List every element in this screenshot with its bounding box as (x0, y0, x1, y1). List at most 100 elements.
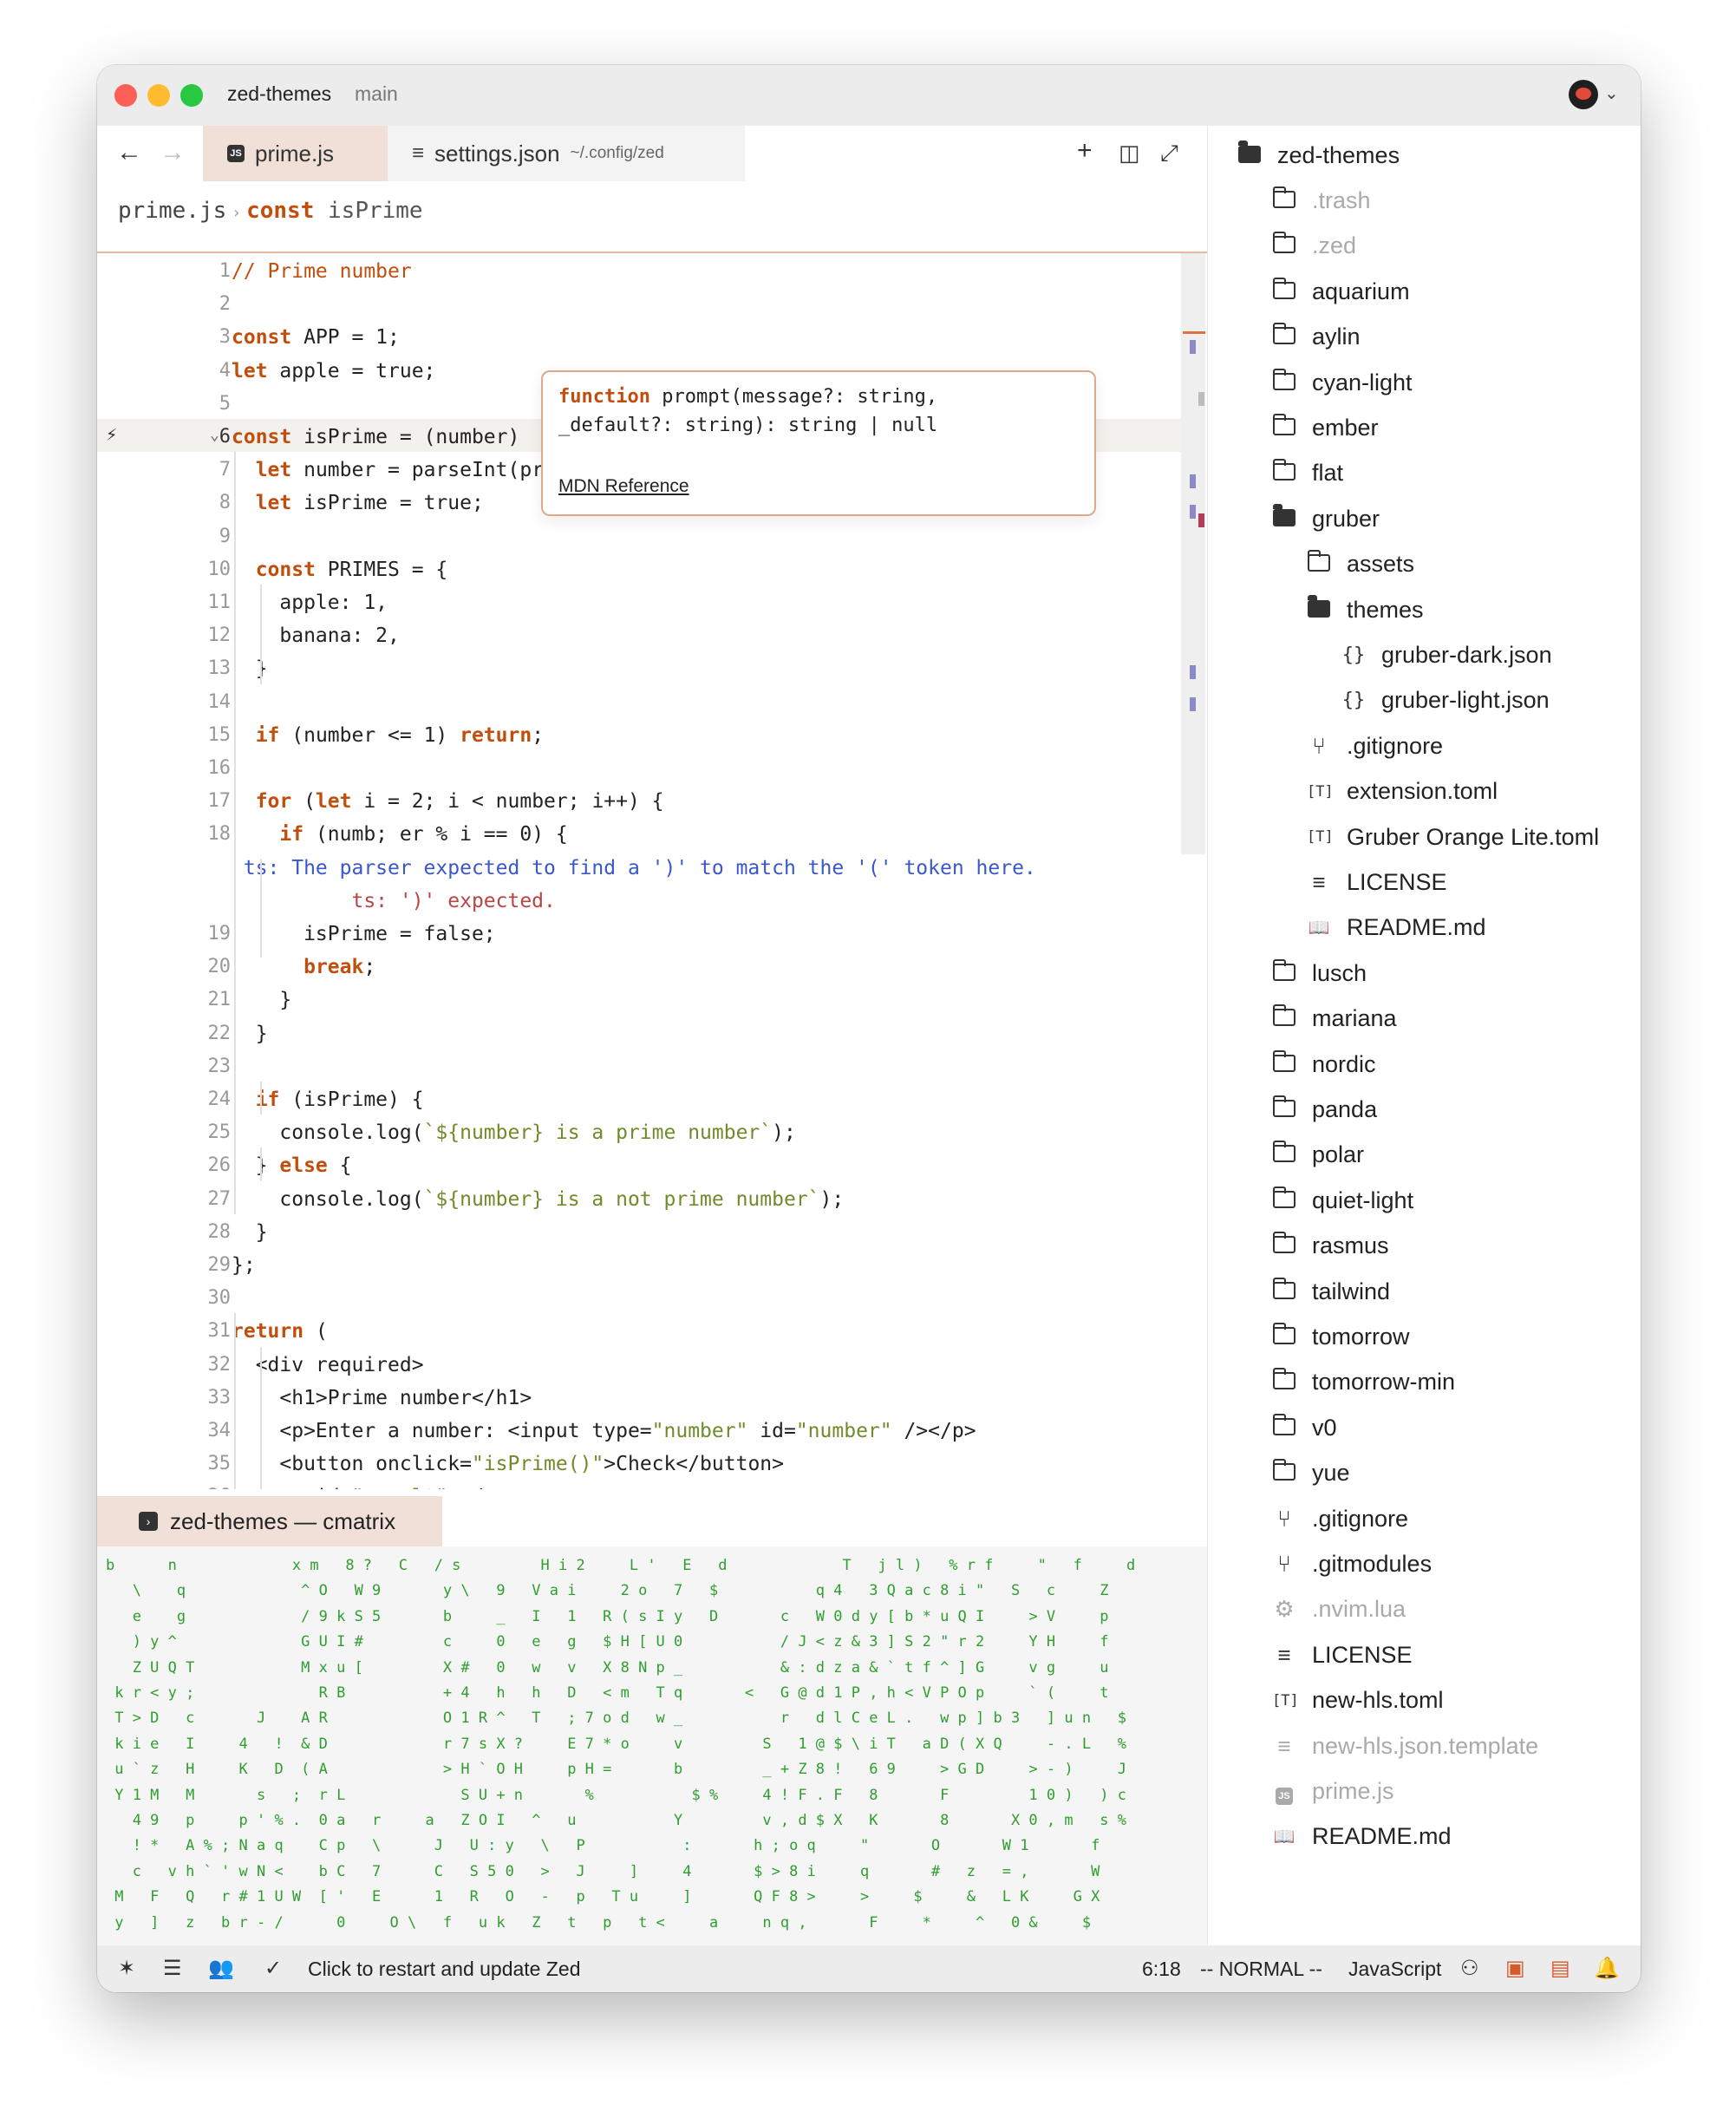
tree-item-label: cyan-light (1312, 369, 1413, 395)
project-tree-item[interactable]: ≡ new-hls.json.template (1272, 1723, 1538, 1768)
project-tree-item[interactable]: tomorrow (1272, 1314, 1410, 1359)
terminal-row: b n x m 8 ? C / s H i 2 L ' E d T j l ) … (106, 1557, 1136, 1574)
project-tree-item[interactable]: ≡ LICENSE (1272, 1632, 1412, 1677)
project-tree-item[interactable]: ⑂ .gitmodules (1272, 1541, 1432, 1586)
code-line[interactable]: 18 if (numb; er % i == 0) { (97, 816, 1181, 849)
project-tree-item[interactable]: [T] new-hls.toml (1272, 1678, 1444, 1723)
code-line[interactable]: 28 } (97, 1214, 1181, 1247)
code-line[interactable]: 15 if (number <= 1) return; (97, 717, 1181, 750)
project-tree-item[interactable]: flat (1272, 451, 1343, 496)
code-line[interactable]: 10 const PRIMES = { (97, 552, 1181, 585)
terminal-output[interactable]: b n x m 8 ? C / s H i 2 L ' E d T j l ) … (97, 1546, 1207, 1945)
line-number: 29 (207, 1254, 232, 1276)
terminal-row: Z U Q T M x u [ X # 0 w v X 8 N p _ & : … (106, 1658, 1109, 1677)
minimize-window-button[interactable] (147, 84, 170, 107)
project-tree-item[interactable]: 📖 README.md (1307, 905, 1486, 951)
fold-chevron-icon[interactable]: ⌄ (210, 426, 219, 444)
mdn-reference-link[interactable]: MDN Reference (558, 476, 689, 497)
project-tree-item[interactable]: mariana (1272, 997, 1397, 1042)
go-back-arrow-icon[interactable]: ← (116, 138, 142, 167)
project-tree-item[interactable]: lusch (1272, 951, 1367, 996)
project-tree-item[interactable]: 📖 README.md (1272, 1814, 1452, 1860)
collaborators-icon[interactable]: 👥 (208, 1956, 234, 1981)
project-tree-item[interactable]: gruber (1272, 496, 1380, 541)
terminal-toggle-icon[interactable]: ▣ (1505, 1956, 1525, 1981)
tree-item-label: aquarium (1312, 278, 1410, 304)
project-tree-item[interactable]: quiet-light (1272, 1178, 1413, 1223)
tab-prime-js[interactable]: JS prime.js (203, 126, 388, 181)
project-tree-item[interactable]: [T] Gruber Orange Lite.toml (1307, 814, 1599, 860)
tab-settings-json[interactable]: ≡ settings.json ~/.config/zed (388, 126, 745, 181)
project-tree-item[interactable]: rasmus (1272, 1224, 1389, 1269)
outline-icon[interactable]: ☰ (163, 1956, 182, 1981)
project-tree-item[interactable]: panda (1272, 1087, 1377, 1132)
code-text: // Prime number (232, 260, 412, 283)
user-avatar[interactable] (1569, 80, 1598, 109)
project-tree-item[interactable]: ⚙ .nvim.lua (1272, 1587, 1406, 1632)
code-line[interactable]: 3 const APP = 1; (97, 319, 1181, 352)
folder-icon (1272, 368, 1296, 396)
go-forward-arrow-icon[interactable]: → (160, 138, 186, 167)
project-tree-item[interactable]: aylin (1272, 315, 1361, 360)
project-tree-item[interactable]: v0 (1272, 1405, 1337, 1450)
split-pane-icon[interactable]: ◫ (1119, 140, 1140, 167)
code-line[interactable]: 9 (97, 519, 1181, 552)
zoom-window-button[interactable] (180, 84, 203, 107)
project-tree-item[interactable]: tailwind (1272, 1269, 1390, 1314)
code-line[interactable]: 16 (97, 750, 1181, 783)
project-tree-item[interactable]: ember (1272, 405, 1379, 450)
code-line[interactable]: 23 (97, 1049, 1181, 1082)
chevron-down-icon[interactable]: ⌄ (1604, 82, 1619, 104)
folder-icon (1272, 1368, 1296, 1396)
hover-signature-2: _default?: string): string | null (558, 415, 938, 436)
code-line[interactable]: 29}; (97, 1247, 1181, 1280)
project-tree-item[interactable]: .zed (1272, 224, 1356, 269)
project-tree-item[interactable]: themes (1307, 587, 1424, 632)
terminal-tab[interactable]: › zed-themes — cmatrix (97, 1496, 442, 1546)
project-tree-item[interactable]: yue (1272, 1451, 1350, 1496)
cursor-position[interactable]: 6:18 (1142, 1958, 1181, 1981)
project-tree-item[interactable]: tomorrow-min (1272, 1360, 1455, 1405)
editor-scrollbar[interactable] (1181, 253, 1205, 854)
code-text: return ( (232, 1320, 328, 1343)
project-tree-item[interactable]: ⑂ .gitignore (1307, 723, 1443, 768)
project-tree-item[interactable]: {} gruber-light.json (1341, 678, 1550, 723)
code-line[interactable]: 14 (97, 684, 1181, 717)
project-panel-toggle-icon[interactable]: ▤ (1550, 1956, 1570, 1981)
bell-icon[interactable]: 🔔 (1594, 1956, 1620, 1981)
code-line[interactable]: 25 console.log(`${number} is a prime num… (97, 1115, 1181, 1147)
code-line[interactable]: 22 } (97, 1016, 1181, 1049)
code-text: console.log(`${number} is a prime number… (232, 1121, 796, 1145)
breadcrumb[interactable]: prime.js › const isPrime (118, 198, 423, 224)
code-line[interactable]: 1// Prime number (97, 253, 1181, 286)
code-line[interactable]: 21 } (97, 982, 1181, 1015)
update-notice[interactable]: Click to restart and update Zed (308, 1958, 581, 1981)
project-tree-item[interactable]: polar (1272, 1133, 1364, 1178)
language-selector[interactable]: JavaScript (1348, 1958, 1441, 1981)
project-tree-item[interactable]: .trash (1272, 178, 1371, 223)
code-line[interactable]: 30 (97, 1280, 1181, 1313)
maximize-icon[interactable]: ⤢ (1160, 140, 1178, 167)
close-window-button[interactable] (114, 84, 137, 107)
code-line[interactable]: 31 return ( (97, 1313, 1181, 1346)
project-tree-item[interactable]: {} gruber-dark.json (1341, 632, 1552, 677)
branch-name[interactable]: main (355, 82, 398, 106)
code-line[interactable]: 2 (97, 286, 1181, 319)
project-tree-item[interactable]: zed-themes (1237, 133, 1400, 178)
sparkle-icon[interactable]: ✶ (118, 1956, 135, 1981)
project-tree-item[interactable]: aquarium (1272, 269, 1410, 314)
copilot-icon[interactable]: ⚇ (1460, 1956, 1479, 1981)
project-tree-item[interactable]: [T] extension.toml (1307, 769, 1498, 814)
project-tree-item[interactable]: ⑂ .gitignore (1272, 1496, 1408, 1541)
project-name[interactable]: zed-themes (227, 82, 331, 106)
code-line[interactable]: 17 for (let i = 2; i < number; i++) { (97, 783, 1181, 816)
tree-item-label: aylin (1312, 324, 1361, 350)
project-tree-item[interactable]: ≡ LICENSE (1307, 860, 1446, 905)
plus-icon[interactable]: + (1077, 136, 1093, 166)
project-tree-item[interactable]: JS prime.js (1272, 1768, 1394, 1814)
project-tree-item[interactable]: cyan-light (1272, 360, 1413, 405)
code-line[interactable]: 27 console.log(`${number} is a not prime… (97, 1181, 1181, 1214)
project-tree-item[interactable]: assets (1307, 542, 1414, 587)
code-action-icon[interactable]: ⚡ (106, 424, 117, 446)
project-tree-item[interactable]: nordic (1272, 1042, 1376, 1087)
